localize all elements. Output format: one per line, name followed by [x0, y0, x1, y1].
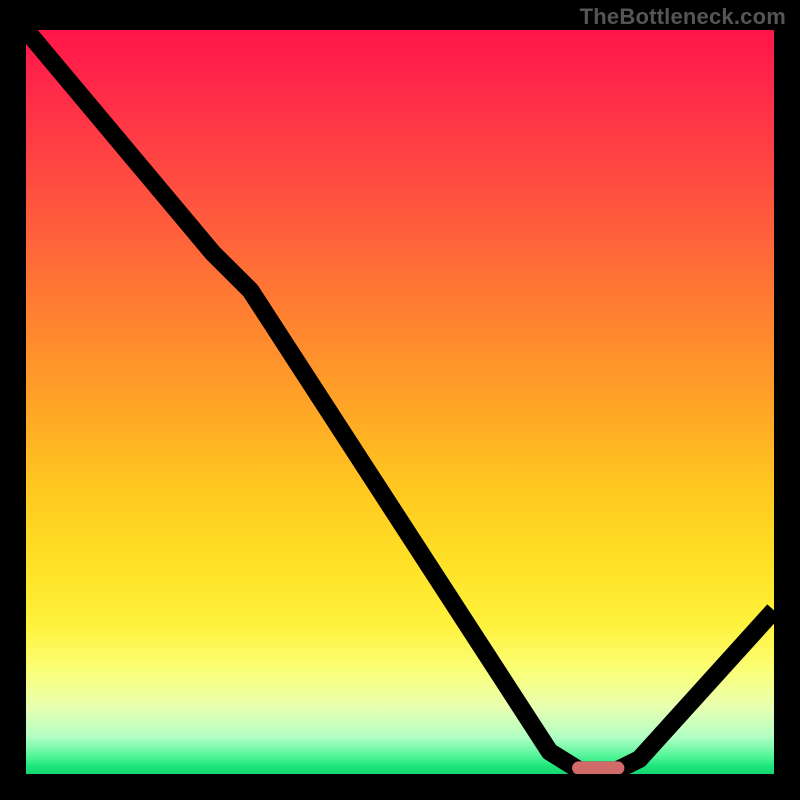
chart-frame: TheBottleneck.com: [0, 0, 800, 800]
bottleneck-curve: [26, 30, 774, 770]
plot-area: [26, 30, 774, 774]
chart-overlay: [26, 30, 774, 774]
watermark-text: TheBottleneck.com: [580, 4, 786, 30]
optimal-marker: [572, 761, 624, 774]
